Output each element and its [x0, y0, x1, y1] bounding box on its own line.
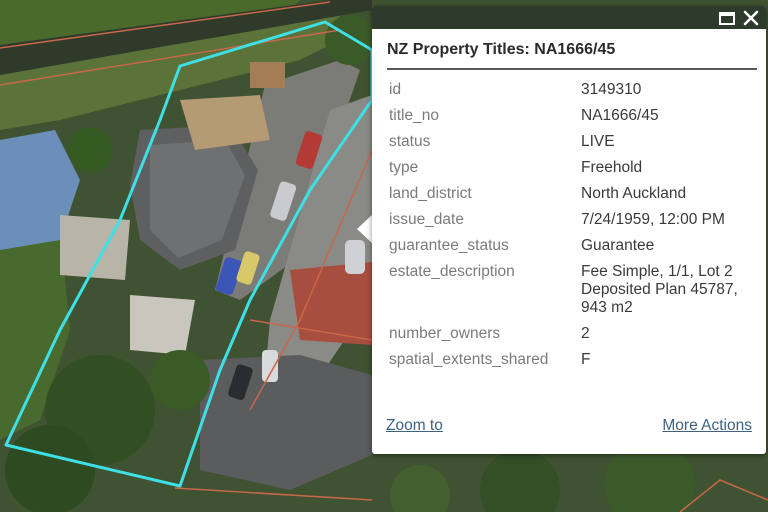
- map-car: [262, 350, 278, 382]
- table-row: type Freehold: [385, 155, 757, 181]
- field-key: id: [389, 81, 402, 98]
- field-value: Fee Simple, 1/1, Lot 2 Deposited Plan 45…: [581, 263, 738, 316]
- field-key: title_no: [389, 107, 439, 124]
- field-key: guarantee_status: [389, 237, 509, 254]
- more-actions-link[interactable]: More Actions: [662, 417, 752, 435]
- map-tree: [325, 15, 375, 65]
- field-key: issue_date: [389, 211, 464, 228]
- table-row: spatial_extents_shared F: [385, 347, 757, 373]
- table-row: guarantee_status Guarantee: [385, 233, 757, 259]
- field-key: type: [389, 159, 419, 176]
- attribute-table: id 3149310 title_no NA1666/45 status LIVE t…: [385, 77, 757, 373]
- field-key: spatial_extents_shared: [389, 351, 549, 368]
- table-row: status LIVE: [385, 129, 757, 155]
- popup-header: [372, 6, 766, 29]
- field-value: F: [581, 351, 591, 368]
- field-key: status: [389, 133, 431, 150]
- table-row: id 3149310: [385, 77, 757, 103]
- field-value: 3149310: [581, 81, 642, 98]
- map-gazebo: [250, 62, 285, 88]
- map-shed: [130, 295, 195, 355]
- property-popup: NZ Property Titles: NA1666/45 id 3149310 …: [372, 6, 766, 454]
- field-value: 2: [581, 325, 590, 342]
- field-value: LIVE: [581, 133, 615, 150]
- popup-title: NZ Property Titles: NA1666/45: [387, 41, 616, 58]
- table-row: issue_date 7/24/1959, 12:00 PM: [385, 207, 757, 233]
- map-car: [345, 240, 365, 274]
- field-value: Freehold: [581, 159, 643, 176]
- field-key: number_owners: [389, 325, 501, 342]
- map-tree: [150, 350, 210, 410]
- field-value: North Auckland: [581, 185, 687, 202]
- close-icon[interactable]: [742, 9, 760, 27]
- map-deck: [180, 95, 270, 150]
- field-value: 7/24/1959, 12:00 PM: [581, 211, 725, 228]
- popup-pointer: [357, 214, 373, 244]
- field-value: NA1666/45: [581, 107, 659, 124]
- field-key: estate_description: [389, 263, 515, 280]
- popup-actions: Zoom to More Actions: [372, 414, 766, 440]
- field-key: land_district: [389, 185, 472, 202]
- map-shed: [60, 215, 130, 280]
- table-row: title_no NA1666/45: [385, 103, 757, 129]
- table-row: number_owners 2: [385, 321, 757, 347]
- title-divider: [387, 68, 757, 70]
- table-row: estate_description Fee Simple, 1/1, Lot 2…: [385, 259, 757, 321]
- map-tree: [5, 425, 95, 512]
- maximize-icon[interactable]: [718, 9, 736, 27]
- map-tree: [68, 128, 112, 172]
- field-value: Guarantee: [581, 237, 655, 254]
- table-row: land_district North Auckland: [385, 181, 757, 207]
- zoom-to-link[interactable]: Zoom to: [386, 417, 443, 435]
